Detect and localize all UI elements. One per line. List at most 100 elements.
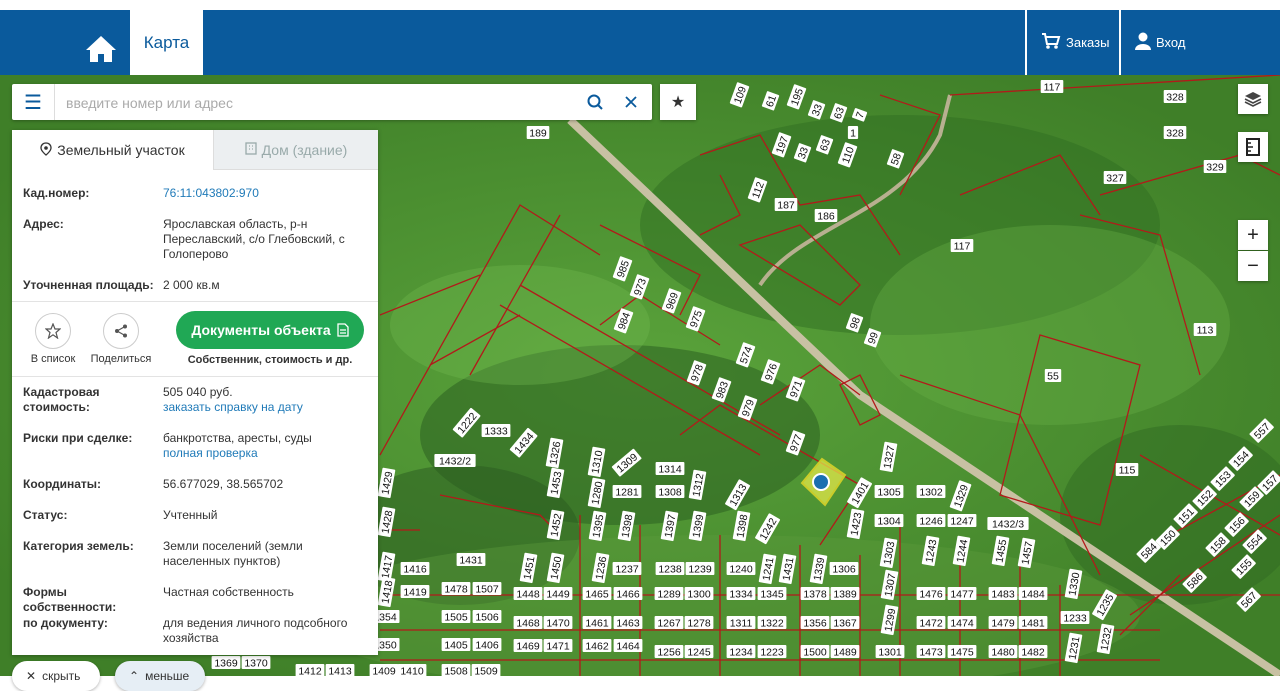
parcel-label[interactable]: 1481 (1018, 616, 1048, 630)
parcel-label[interactable]: 1449 (543, 587, 573, 601)
parcel-label[interactable]: 1256 (654, 645, 684, 659)
cad-number-link[interactable]: 76:11:043802:970 (163, 186, 368, 201)
parcel-label[interactable]: 113 (1193, 323, 1217, 337)
parcel-label[interactable]: 1267 (654, 616, 684, 630)
parcel-label[interactable]: 1278 (684, 616, 714, 630)
parcel-label[interactable]: 1345 (757, 587, 787, 601)
parcel-label[interactable]: 1304 (874, 514, 904, 528)
parcel-label[interactable]: 1474 (947, 616, 977, 630)
order-certificate-link[interactable]: заказать справку на дату (163, 400, 368, 415)
login-button[interactable]: Вход (1119, 10, 1209, 75)
parcel-label[interactable]: 1409 (369, 664, 399, 676)
zoom-in-button[interactable]: + (1238, 220, 1268, 250)
parcel-label[interactable]: 1482 (1018, 645, 1048, 659)
share-button[interactable] (103, 313, 139, 349)
parcel-label[interactable]: 1432/3 (987, 517, 1029, 531)
parcel-label[interactable]: 1389 (830, 587, 860, 601)
parcel-label[interactable]: 1483 (988, 587, 1018, 601)
parcel-label[interactable]: 1245 (684, 645, 714, 659)
zoom-out-button[interactable]: − (1238, 251, 1268, 281)
parcel-label[interactable]: 1448 (513, 587, 543, 601)
parcel-label[interactable]: 1462 (582, 639, 612, 653)
parcel-label[interactable]: 1281 (612, 485, 642, 499)
parcel-label[interactable]: 1369 (211, 656, 241, 670)
parcel-label[interactable]: 1405 (441, 638, 471, 652)
parcel-label[interactable]: 1413 (325, 664, 355, 676)
parcel-label[interactable]: 1233 (1060, 611, 1090, 625)
less-button[interactable]: ⌃ меньше (115, 661, 205, 691)
parcel-label[interactable]: 1 (847, 126, 859, 140)
parcel-label[interactable]: 1301 (875, 645, 905, 659)
parcel-label[interactable]: 1378 (800, 587, 830, 601)
tab-building[interactable]: Дом (здание) (213, 130, 378, 170)
parcel-label[interactable]: 1412 (295, 664, 325, 676)
parcel-label[interactable]: 1356 (800, 616, 830, 630)
parcel-label[interactable]: 1234 (726, 645, 756, 659)
parcel-label[interactable]: 1322 (757, 616, 787, 630)
parcel-label[interactable]: 1410 (397, 664, 427, 676)
parcel-label[interactable]: 1223 (757, 645, 787, 659)
documents-button[interactable]: Документы объекта (176, 311, 364, 349)
parcel-label[interactable]: 1472 (916, 616, 946, 630)
parcel-label[interactable]: 1484 (1018, 587, 1048, 601)
parcel-label[interactable]: 1477 (947, 587, 977, 601)
parcel-label[interactable]: 1246 (916, 514, 946, 528)
parcel-label[interactable]: 1509 (471, 664, 501, 676)
clear-icon[interactable] (616, 84, 646, 120)
tab-map[interactable]: Карта (130, 10, 203, 75)
parcel-label[interactable]: 1508 (441, 664, 471, 676)
parcel-label[interactable]: 1506 (472, 610, 502, 624)
parcel-label[interactable]: 1475 (947, 645, 977, 659)
layers-button[interactable] (1238, 84, 1268, 114)
home-icon[interactable] (84, 34, 118, 68)
parcel-label[interactable]: 328 (1163, 90, 1187, 104)
parcel-label[interactable]: 1500 (800, 645, 830, 659)
parcel-label[interactable]: 1465 (582, 587, 612, 601)
favorites-button[interactable]: ★ (660, 84, 696, 120)
parcel-label[interactable]: 1238 (655, 562, 685, 576)
parcel-label[interactable]: 1461 (582, 616, 612, 630)
parcel-label[interactable]: 1289 (654, 587, 684, 601)
parcel-label[interactable]: 1314 (655, 462, 685, 476)
parcel-label[interactable]: 1333 (481, 424, 511, 438)
parcel-label[interactable]: 1306 (829, 562, 859, 576)
parcel-label[interactable]: 1476 (916, 587, 946, 601)
parcel-label[interactable]: 1240 (726, 562, 756, 576)
ruler-button[interactable] (1238, 132, 1268, 162)
parcel-label[interactable]: 187 (774, 198, 798, 212)
parcel-label[interactable]: 1416 (400, 562, 430, 576)
search-icon[interactable] (580, 84, 610, 120)
parcel-label[interactable]: 1466 (613, 587, 643, 601)
add-to-list-button[interactable] (35, 313, 71, 349)
orders-button[interactable]: Заказы (1025, 10, 1120, 75)
full-check-link[interactable]: полная проверка (163, 446, 368, 461)
parcel-label[interactable]: 1239 (685, 562, 715, 576)
parcel-label[interactable]: 1432/2 (434, 454, 476, 468)
parcel-label[interactable]: 1507 (472, 582, 502, 596)
parcel-label[interactable]: 1237 (612, 562, 642, 576)
parcel-label[interactable]: 1334 (726, 587, 756, 601)
parcel-label[interactable]: 1468 (513, 616, 543, 630)
parcel-label[interactable]: 1247 (947, 514, 977, 528)
parcel-label[interactable]: 115 (1115, 463, 1139, 477)
parcel-label[interactable]: 1469 (513, 639, 543, 653)
parcel-label[interactable]: 1367 (830, 616, 860, 630)
parcel-label[interactable]: 117 (1040, 80, 1064, 94)
parcel-label[interactable]: 1370 (241, 656, 271, 670)
parcel-label[interactable]: 1463 (613, 616, 643, 630)
parcel-label[interactable]: 328 (1163, 126, 1187, 140)
parcel-label[interactable]: 186 (814, 209, 838, 223)
parcel-label[interactable]: 1473 (916, 645, 946, 659)
parcel-label[interactable]: 327 (1103, 171, 1127, 185)
tab-land-plot[interactable]: Земельный участок (12, 130, 213, 170)
parcel-label[interactable]: 1302 (916, 485, 946, 499)
parcel-label[interactable]: 1308 (655, 485, 685, 499)
menu-icon[interactable]: ☰ (12, 84, 55, 120)
parcel-label[interactable]: 189 (526, 126, 550, 140)
parcel-label[interactable]: 1470 (543, 616, 573, 630)
parcel-label[interactable]: 1478 (441, 582, 471, 596)
parcel-label[interactable]: 1311 (726, 616, 756, 630)
parcel-label[interactable]: 1305 (874, 485, 904, 499)
parcel-label[interactable]: 1489 (830, 645, 860, 659)
parcel-label[interactable]: 1479 (988, 616, 1018, 630)
